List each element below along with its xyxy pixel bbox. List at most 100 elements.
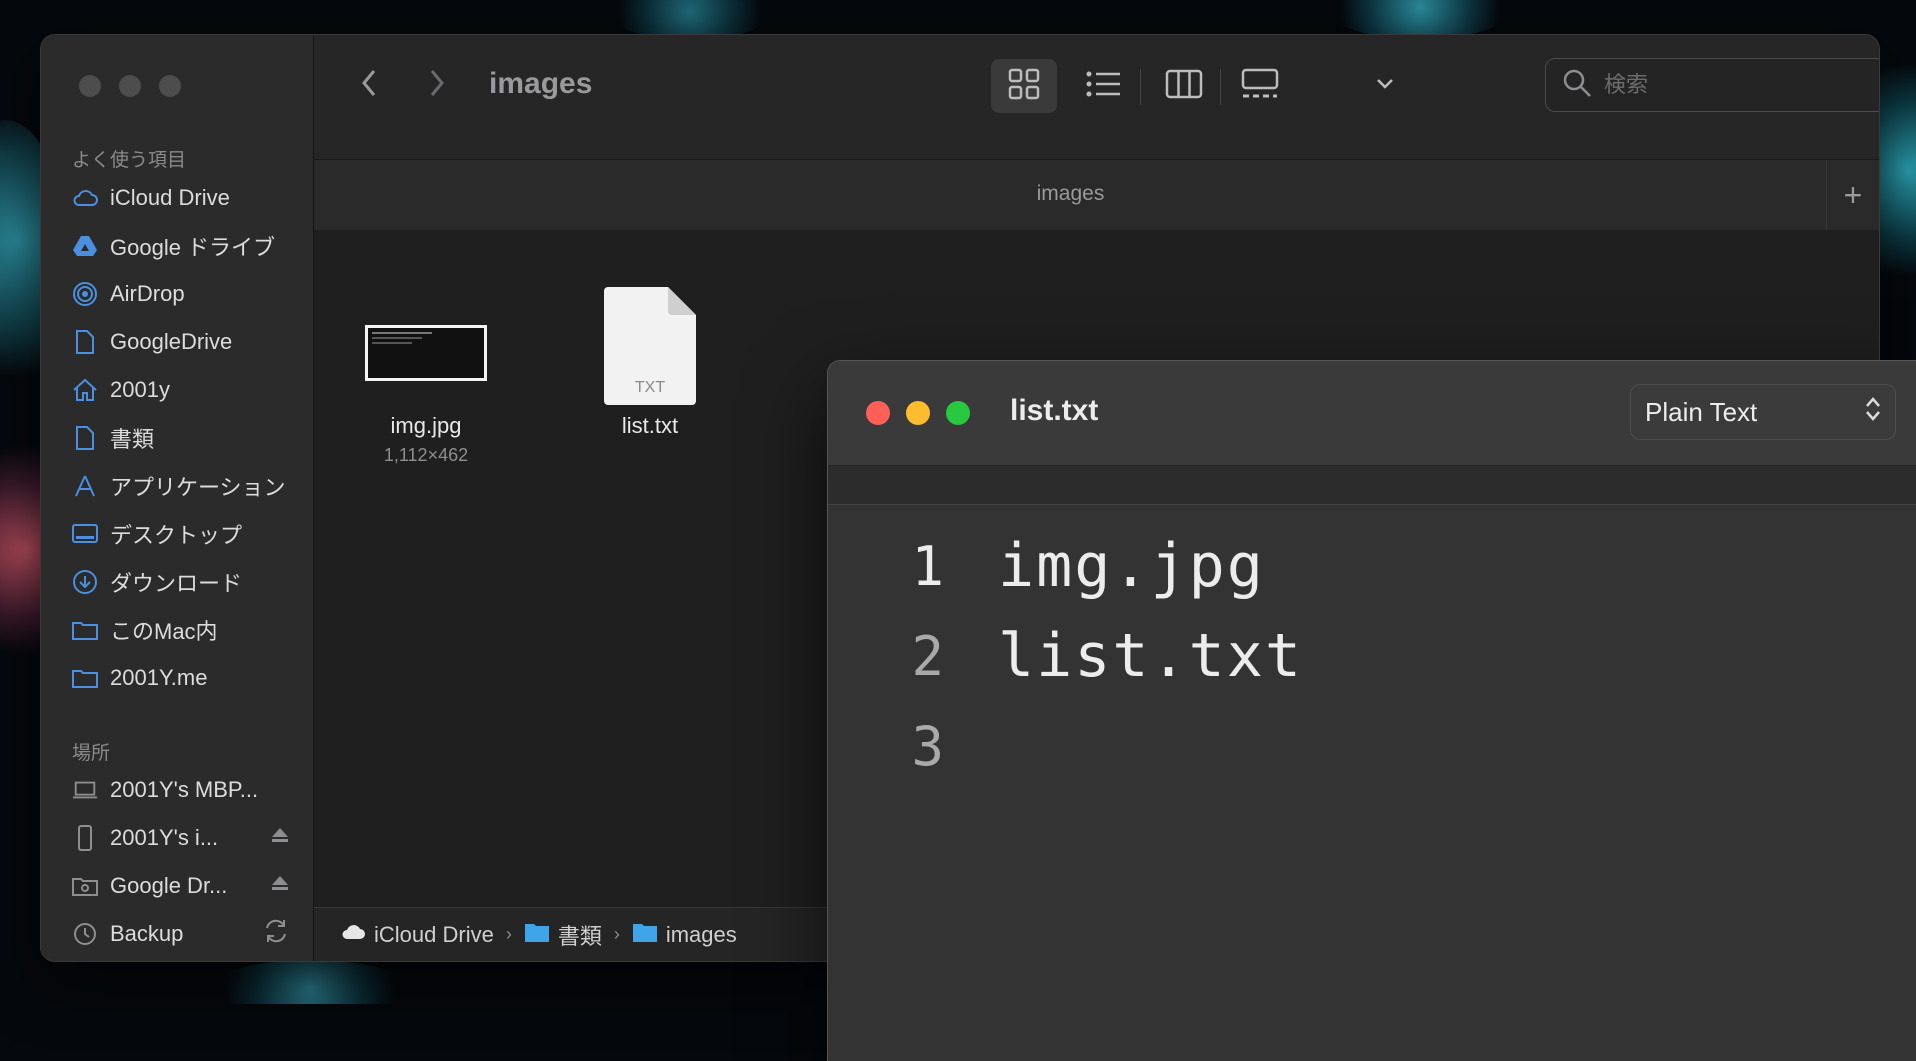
document-icon xyxy=(72,425,98,451)
grid-icon xyxy=(1008,68,1040,105)
group-dropdown-button[interactable] xyxy=(1352,59,1418,113)
sidebar-item-label: AirDrop xyxy=(110,281,185,306)
sidebar-item-googledrive-folder[interactable]: GoogleDrive xyxy=(72,324,302,360)
close-button[interactable] xyxy=(866,401,890,425)
sidebar-item-applications[interactable]: アプリケーション xyxy=(72,468,302,504)
sidebar-item-this-mac[interactable]: このMac内 xyxy=(72,612,302,648)
editor-titlebar: list.txt Plain Text xyxy=(828,361,1916,466)
line-text: img.jpg xyxy=(998,531,1265,601)
sidebar-item-macbook[interactable]: 2001Y's MBP... xyxy=(72,772,302,808)
sidebar-item-label: このMac内 xyxy=(110,619,218,644)
code-line: 3 xyxy=(828,701,1916,791)
document-title: list.txt xyxy=(1010,394,1099,427)
list-view-button[interactable] xyxy=(1071,59,1137,113)
new-tab-button[interactable]: + xyxy=(1826,160,1879,230)
close-button[interactable] xyxy=(79,75,101,97)
columns-icon xyxy=(1165,69,1203,104)
sidebar-item-backup[interactable]: Backup xyxy=(72,916,302,952)
document-icon xyxy=(72,329,98,355)
sidebar-item-label: Google Dr... xyxy=(110,873,228,898)
txt-file-icon: TXT xyxy=(560,280,740,405)
line-number: 3 xyxy=(911,714,944,778)
sidebar-item-label: 書類 xyxy=(110,427,155,452)
sidebar-item-label: ダウンロード xyxy=(110,571,243,596)
syntax-mode-label: Plain Text xyxy=(1645,396,1758,427)
updown-chevron-icon xyxy=(1865,395,1881,430)
sidebar-item-iphone[interactable]: 2001Y's i... xyxy=(72,820,302,856)
download-icon xyxy=(72,569,98,595)
chevron-down-icon xyxy=(1376,77,1394,95)
file-type-badge: TXT xyxy=(634,379,666,396)
cloud-icon xyxy=(340,922,366,948)
chevron-right-icon: › xyxy=(505,924,512,944)
desktop-icon xyxy=(72,521,98,547)
path-segment-documents[interactable]: 書類 xyxy=(558,919,602,951)
code-area[interactable]: 1 img.jpg 2 list.txt 3 xyxy=(828,521,1916,791)
sidebar-item-icloud-drive[interactable]: iCloud Drive xyxy=(72,180,302,216)
airdrop-icon xyxy=(72,281,98,307)
folder-icon xyxy=(524,921,550,949)
column-view-button[interactable] xyxy=(1151,59,1217,113)
eject-icon[interactable] xyxy=(270,826,290,850)
file-item-list-txt[interactable]: TXT list.txt xyxy=(560,280,740,439)
sidebar-item-label: デスクトップ xyxy=(110,523,243,548)
sync-icon[interactable] xyxy=(262,917,290,951)
syntax-mode-select[interactable]: Plain Text xyxy=(1630,384,1896,440)
folder-icon xyxy=(632,921,658,949)
finder-sidebar: よく使う項目 iCloud Drive Google ドライブ AirDrop … xyxy=(41,35,314,961)
sidebar-item-home[interactable]: 2001y xyxy=(72,372,302,408)
forward-button[interactable] xyxy=(417,65,457,105)
locations-header: 場所 xyxy=(72,743,111,764)
file-name: img.jpg xyxy=(390,413,462,438)
code-line: 1 img.jpg xyxy=(828,521,1916,611)
zoom-button[interactable] xyxy=(159,75,181,97)
search-icon xyxy=(1562,68,1592,103)
sidebar-item-desktop[interactable]: デスクトップ xyxy=(72,516,302,552)
drive-icon xyxy=(72,873,98,899)
text-editor-window: list.txt Plain Text 1 img.jpg 2 list.txt… xyxy=(828,361,1916,1061)
sidebar-item-label: 2001y xyxy=(110,377,170,402)
folder-icon xyxy=(72,617,98,643)
plus-icon: + xyxy=(1843,176,1863,213)
chevron-right-icon: › xyxy=(613,924,620,944)
minimize-button[interactable] xyxy=(119,75,141,97)
google-drive-icon xyxy=(72,233,98,259)
image-thumbnail-icon xyxy=(336,300,516,405)
zoom-button[interactable] xyxy=(946,401,970,425)
window-controls xyxy=(79,75,181,97)
minimize-button[interactable] xyxy=(906,401,930,425)
sidebar-item-2001y-me[interactable]: 2001Y.me xyxy=(72,660,302,696)
sidebar-item-google-drive[interactable]: Google ドライブ xyxy=(72,228,302,264)
home-icon xyxy=(72,377,98,403)
finder-toolbar: images xyxy=(314,35,1879,159)
sidebar-item-label: iCloud Drive xyxy=(110,185,230,210)
line-number: 2 xyxy=(911,624,944,688)
sidebar-item-label: GoogleDrive xyxy=(110,329,233,354)
sidebar-item-downloads[interactable]: ダウンロード xyxy=(72,564,302,600)
gallery-icon xyxy=(1241,68,1279,105)
sidebar-item-airdrop[interactable]: AirDrop xyxy=(72,276,302,312)
sidebar-item-label: 2001Y's i... xyxy=(110,825,219,850)
file-dimensions: 1,112×462 xyxy=(383,445,469,465)
icon-view-button[interactable] xyxy=(991,59,1057,113)
sidebar-item-google-drive-volume[interactable]: Google Dr... xyxy=(72,868,302,904)
file-item-img-jpg[interactable]: img.jpg 1,112×462 xyxy=(336,300,516,466)
tab-images[interactable]: images xyxy=(314,182,1827,206)
list-icon xyxy=(1086,70,1122,103)
gallery-view-button[interactable] xyxy=(1227,59,1293,113)
path-segment-icloud[interactable]: iCloud Drive xyxy=(374,922,494,948)
eject-icon[interactable] xyxy=(270,874,290,898)
search-field[interactable] xyxy=(1545,58,1879,112)
sidebar-item-label: 2001Y.me xyxy=(110,665,208,690)
laptop-icon xyxy=(72,777,98,803)
clock-icon xyxy=(72,921,98,947)
cloud-icon xyxy=(72,185,98,211)
sidebar-item-label: Backup xyxy=(110,921,184,946)
sidebar-item-label: Google ドライブ xyxy=(110,235,276,260)
back-button[interactable] xyxy=(349,65,389,105)
window-title: images xyxy=(489,67,593,100)
path-segment-images[interactable]: images xyxy=(666,922,737,948)
favorites-header: よく使う項目 xyxy=(72,150,187,171)
sidebar-item-documents[interactable]: 書類 xyxy=(72,420,302,456)
search-input[interactable] xyxy=(1602,71,1866,99)
